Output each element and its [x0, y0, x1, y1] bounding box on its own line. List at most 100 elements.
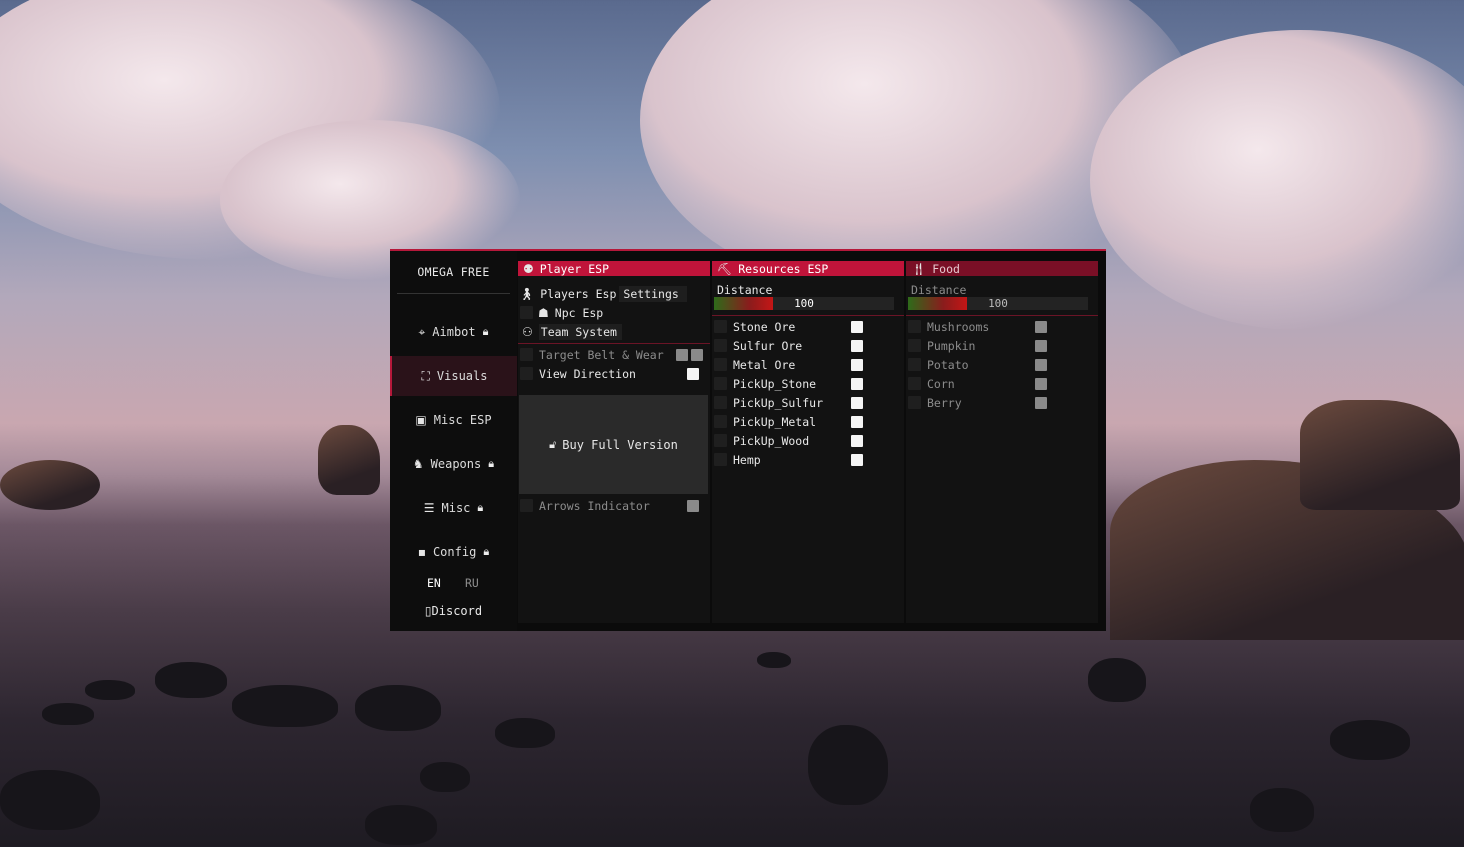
list-item[interactable]: Stone Ore	[714, 318, 900, 335]
section-divider	[518, 343, 710, 344]
color-swatch[interactable]	[851, 339, 863, 352]
list-item[interactable]: Mushrooms	[908, 318, 1094, 335]
robot-icon: ☗	[538, 305, 549, 320]
cheat-menu-window: OMEGA FREE ⌖ Aimbot 🔒︎ ⛶ Visuals ▣ Misc …	[390, 249, 1106, 631]
color-swatch[interactable]	[851, 396, 863, 409]
list-item[interactable]: Sulfur Ore	[714, 337, 900, 354]
color-swatch[interactable]	[851, 377, 863, 390]
discord-icon: ▯	[424, 604, 432, 618]
item-label: Berry	[927, 395, 962, 410]
item-label: PickUp_Metal	[733, 414, 817, 429]
list-item[interactable]: Hemp	[714, 451, 900, 468]
list-item[interactable]: Berry	[908, 394, 1094, 411]
header-label: Resources ESP	[738, 261, 829, 276]
target-belt-checkbox[interactable]	[520, 348, 533, 361]
discord-link[interactable]: ▯Discord	[390, 604, 517, 618]
view-direction-checkbox[interactable]	[520, 367, 533, 380]
players-icon: ⚉	[523, 261, 534, 276]
nav-label: Visuals	[436, 369, 488, 383]
color-swatch[interactable]	[851, 320, 863, 333]
list-item[interactable]: PickUp_Sulfur	[714, 394, 900, 411]
unlock-icon: 🔓︎	[549, 437, 557, 451]
arrows-indicator-label: Arrows Indicator	[539, 498, 650, 513]
discord-label: Discord	[431, 604, 483, 618]
color-swatch[interactable]	[1035, 377, 1047, 390]
list-item[interactable]: PickUp_Wood	[714, 432, 900, 449]
item-label: Potato	[927, 357, 969, 372]
nav-label: Config	[432, 545, 477, 559]
item-checkbox[interactable]	[908, 377, 921, 390]
nav-label: Misc	[441, 501, 471, 515]
color-swatch[interactable]	[1035, 358, 1047, 371]
players-esp-row[interactable]: 🚶︎ Players Esp Settings	[519, 285, 687, 302]
item-checkbox[interactable]	[714, 339, 727, 352]
item-label: PickUp_Stone	[733, 376, 817, 391]
arrows-indicator-checkbox[interactable]	[520, 499, 533, 512]
color-swatch[interactable]	[851, 415, 863, 428]
color-swatch-2[interactable]	[691, 348, 703, 361]
buy-full-version-button[interactable]: 🔓︎ Buy Full Version	[519, 395, 708, 494]
item-checkbox[interactable]	[714, 396, 727, 409]
nav-misc-esp[interactable]: ▣ Misc ESP	[390, 400, 517, 440]
item-checkbox[interactable]	[908, 358, 921, 371]
item-label: Pumpkin	[927, 338, 976, 353]
color-swatch[interactable]	[1035, 396, 1047, 409]
nav-aimbot[interactable]: ⌖ Aimbot 🔒︎	[390, 312, 517, 352]
arrows-indicator-row[interactable]: Arrows Indicator	[520, 497, 706, 514]
view-direction-color[interactable]	[687, 367, 699, 380]
lock-icon: 🔒︎	[483, 545, 490, 558]
settings-button[interactable]: Settings	[619, 285, 687, 302]
color-swatch[interactable]	[1035, 320, 1047, 333]
language-en[interactable]: EN	[427, 576, 441, 590]
nav-config[interactable]: ▪ Config 🔒︎	[390, 532, 517, 572]
player-esp-header: ⚉ Player ESP	[518, 261, 710, 276]
distance-slider[interactable]: 100	[714, 297, 894, 310]
nav-weapons[interactable]: ♞ Weapons 🔒︎	[390, 444, 517, 484]
distance-slider[interactable]: 100	[908, 297, 1088, 310]
color-swatch[interactable]	[851, 434, 863, 447]
team-system-row[interactable]: ⚇ Team System	[522, 323, 622, 340]
item-checkbox[interactable]	[908, 339, 921, 352]
nav-label: Weapons	[430, 457, 482, 471]
view-direction-label: View Direction	[539, 366, 636, 381]
npc-esp-checkbox[interactable]	[520, 306, 533, 319]
item-label: Hemp	[733, 452, 761, 467]
color-swatch[interactable]	[1035, 339, 1047, 352]
users-view-icon: ⛶	[421, 368, 430, 383]
view-direction-row[interactable]: View Direction	[520, 365, 706, 382]
sidebar: OMEGA FREE ⌖ Aimbot 🔒︎ ⛶ Visuals ▣ Misc …	[390, 251, 517, 631]
language-ru[interactable]: RU	[465, 576, 479, 590]
arrows-color[interactable]	[687, 499, 699, 512]
box-icon: ▣	[415, 413, 427, 427]
target-belt-row[interactable]: Target Belt & Wear	[520, 346, 706, 363]
list-item[interactable]: Potato	[908, 356, 1094, 373]
nav-visuals[interactable]: ⛶ Visuals	[390, 356, 517, 396]
list-item[interactable]: PickUp_Stone	[714, 375, 900, 392]
color-swatch-1[interactable]	[676, 348, 688, 361]
item-checkbox[interactable]	[714, 453, 727, 466]
list-item[interactable]: Corn	[908, 375, 1094, 392]
list-item[interactable]: PickUp_Metal	[714, 413, 900, 430]
item-checkbox[interactable]	[714, 415, 727, 428]
npc-esp-label: Npc Esp	[554, 305, 604, 320]
npc-esp-row[interactable]: ☗ Npc Esp	[520, 304, 603, 321]
item-checkbox[interactable]	[908, 320, 921, 333]
list-item[interactable]: Metal Ore	[714, 356, 900, 373]
color-swatch[interactable]	[851, 453, 863, 466]
item-checkbox[interactable]	[714, 358, 727, 371]
item-checkbox[interactable]	[714, 320, 727, 333]
nav-label: Aimbot	[432, 325, 476, 339]
item-label: Sulfur Ore	[733, 338, 803, 353]
color-swatch[interactable]	[851, 358, 863, 371]
item-checkbox[interactable]	[714, 434, 727, 447]
team-icon: ⚇	[522, 324, 533, 339]
resources-esp-header: ⛏ Resources ESP	[712, 261, 904, 276]
brand-title: OMEGA FREE	[417, 265, 490, 279]
player-esp-column: ⚉ Player ESP 🚶︎ Players Esp Settings ☗ N…	[518, 261, 710, 623]
item-checkbox[interactable]	[714, 377, 727, 390]
players-esp-label: Players Esp	[540, 286, 617, 301]
item-checkbox[interactable]	[908, 396, 921, 409]
list-item[interactable]: Pumpkin	[908, 337, 1094, 354]
nav-misc[interactable]: ☰ Misc 🔒︎	[390, 488, 517, 528]
food-header: 🍴︎ Food	[906, 261, 1098, 276]
